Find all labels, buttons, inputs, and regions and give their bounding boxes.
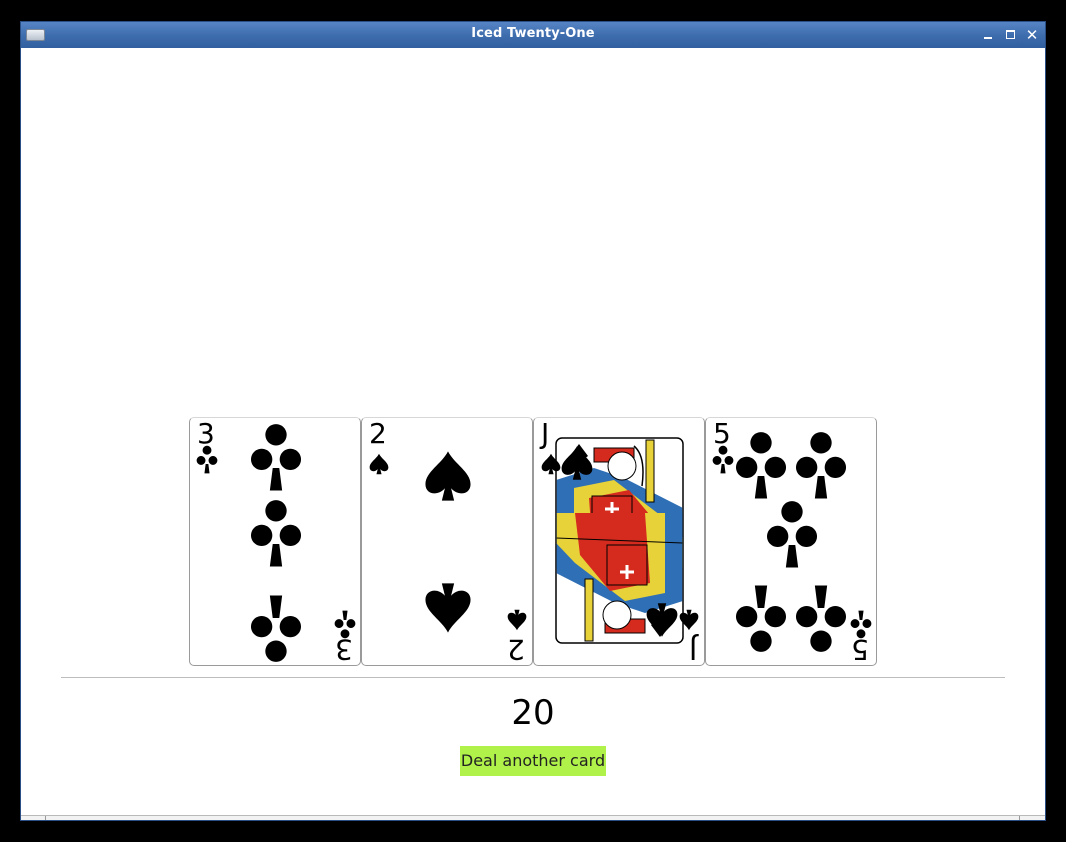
close-button[interactable]: ✕ (1022, 25, 1042, 45)
hand-score: 20 (511, 693, 555, 733)
spade-pip (507, 609, 527, 631)
card-3-clubs: 3 3 (189, 417, 361, 666)
card-face (712, 432, 872, 652)
window-title: Iced Twenty-One (471, 26, 595, 41)
club-pip (767, 501, 818, 568)
minimize-button[interactable] (978, 25, 998, 45)
bottom-edge (21, 815, 1045, 820)
card-rank: J (541, 417, 550, 450)
spade-pip (369, 453, 389, 475)
divider (61, 677, 1005, 678)
close-icon: ✕ (1025, 26, 1039, 44)
card-face (369, 451, 527, 633)
card-rank-bottom: 2 (507, 633, 525, 666)
game-area: 3 3 2 2 J J 5 5 20 Deal another card (21, 48, 1045, 820)
spade-pip (425, 451, 471, 501)
card-face (541, 437, 699, 644)
card-rank-bottom: J (688, 633, 697, 666)
hand: 3 3 2 2 J J 5 5 (189, 417, 879, 667)
club-pip (251, 424, 302, 491)
club-pip (736, 432, 787, 499)
club-pip (795, 585, 846, 652)
card-rank: 2 (369, 417, 387, 450)
card-5-clubs: 5 5 (705, 417, 877, 666)
card-face (196, 424, 356, 662)
club-pip (796, 432, 847, 499)
club-pip (735, 585, 786, 652)
deal-another-card-button[interactable]: Deal another card (460, 746, 606, 776)
spade-pip (425, 583, 471, 633)
card-rank: 3 (197, 417, 215, 450)
card-rank: 5 (713, 417, 731, 450)
title-bar[interactable]: Iced Twenty-One ✕ (21, 22, 1045, 48)
maximize-icon (1005, 30, 1015, 39)
club-pip (250, 595, 301, 662)
card-j-spades: J J (533, 417, 705, 666)
app-window: Iced Twenty-One ✕ 3 3 2 2 J J 5 5 20 Dea… (20, 21, 1046, 821)
club-pip (251, 500, 302, 567)
card-2-spades: 2 2 (361, 417, 533, 666)
card-rank-bottom: 3 (335, 633, 353, 666)
minimize-icon (984, 37, 992, 39)
card-rank-bottom: 5 (851, 633, 869, 666)
maximize-button[interactable] (1000, 25, 1020, 45)
